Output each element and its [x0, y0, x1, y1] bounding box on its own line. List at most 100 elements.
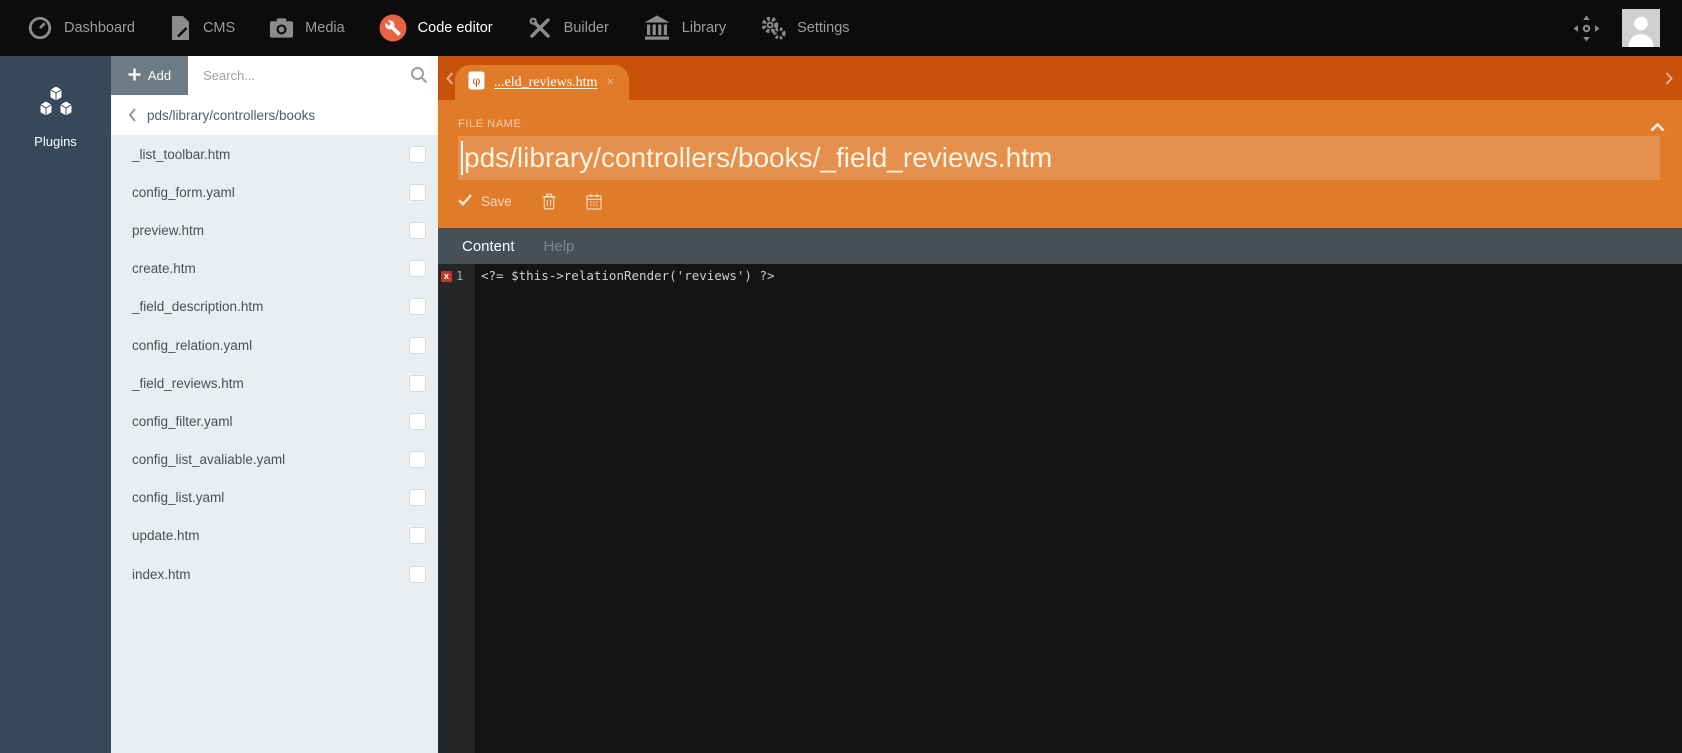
nav-item-settings[interactable]: Settings [743, 0, 866, 56]
file-checkbox[interactable] [409, 260, 426, 277]
svg-text:φ: φ [473, 74, 481, 87]
calendar-icon[interactable] [586, 193, 602, 210]
file-checkbox[interactable] [409, 222, 426, 239]
builder-tools-icon [527, 15, 553, 41]
file-name: preview.htm [132, 223, 204, 238]
nav-label: Library [682, 20, 726, 36]
sidebar-item-plugins[interactable]: Plugins [0, 56, 111, 149]
breadcrumb-path: pds/library/controllers/books [147, 108, 315, 123]
file-checkbox[interactable] [409, 451, 426, 468]
file-checkbox[interactable] [409, 337, 426, 354]
file-row[interactable]: config_list_avaliable.yaml [111, 441, 438, 479]
editor-tabstrip: φ ...eld_reviews.htm × [438, 56, 1682, 100]
file-checkbox[interactable] [409, 489, 426, 506]
nav-label: Dashboard [64, 20, 135, 36]
file-name: create.htm [132, 261, 196, 276]
top-nav-bar: Dashboard CMS Media Cod [0, 0, 1682, 56]
file-row[interactable]: preview.htm [111, 211, 438, 249]
file-panel-toolbar: Add [111, 56, 438, 95]
add-file-button[interactable]: Add [111, 56, 188, 95]
search-input[interactable] [188, 56, 438, 95]
editor-tab-field-reviews[interactable]: φ ...eld_reviews.htm × [455, 65, 629, 100]
file-name: _field_reviews.htm [132, 376, 244, 391]
file-row[interactable]: _list_toolbar.htm [111, 135, 438, 173]
code-area[interactable]: x 1 <?= $this->relationRender('reviews')… [438, 264, 1682, 753]
nav-label: Code editor [418, 20, 493, 36]
nav-label: Builder [564, 20, 609, 36]
settings-gears-icon [760, 15, 786, 41]
user-avatar[interactable] [1622, 9, 1660, 47]
save-button-label: Save [481, 194, 512, 209]
file-name: config_list.yaml [132, 490, 224, 505]
file-checkbox[interactable] [409, 298, 426, 315]
collapse-header-chevron-up-icon[interactable] [1650, 119, 1665, 137]
nav-item-builder[interactable]: Builder [510, 0, 626, 56]
nav-item-code-editor[interactable]: Code editor [362, 0, 510, 56]
left-sidebar: Plugins [0, 56, 111, 753]
file-row[interactable]: index.htm [111, 555, 438, 593]
topbar-right [1573, 9, 1682, 47]
file-checkbox[interactable] [409, 184, 426, 201]
plus-icon [128, 68, 141, 84]
file-name: index.htm [132, 567, 191, 582]
editor-section-tabs: Content Help [438, 228, 1682, 264]
file-checkbox[interactable] [409, 146, 426, 163]
add-button-label: Add [148, 68, 171, 83]
php-file-icon: φ [468, 71, 485, 95]
plugins-cubes-icon [35, 86, 77, 123]
file-name: _list_toolbar.htm [132, 147, 230, 162]
file-row[interactable]: _field_reviews.htm [111, 364, 438, 402]
tab-title: ...eld_reviews.htm [494, 75, 597, 91]
check-icon [458, 194, 472, 209]
breadcrumb-back-chevron-icon[interactable] [128, 108, 137, 122]
file-name-field-wrap [458, 136, 1660, 180]
nav-item-library[interactable]: Library [626, 0, 743, 56]
file-name: config_filter.yaml [132, 414, 233, 429]
search-box [188, 56, 438, 95]
editor-header: FILE NAME Save [438, 100, 1682, 228]
file-name-input[interactable] [458, 136, 1660, 180]
move-crosshair-icon[interactable] [1573, 15, 1600, 42]
tab-content[interactable]: Content [462, 238, 515, 255]
file-name-label: FILE NAME [458, 100, 1682, 130]
file-row[interactable]: _field_description.htm [111, 288, 438, 326]
file-name: update.htm [132, 528, 200, 543]
file-row[interactable]: config_filter.yaml [111, 402, 438, 440]
tab-scroll-left-icon[interactable] [446, 72, 454, 90]
editor-gutter: x 1 [438, 264, 475, 753]
code-editor-wrench-icon [379, 14, 407, 42]
sidebar-item-label: Plugins [34, 134, 77, 149]
file-row[interactable]: update.htm [111, 517, 438, 555]
file-list: _list_toolbar.htm config_form.yaml previ… [111, 135, 438, 753]
media-camera-icon [269, 16, 294, 40]
save-button[interactable]: Save [458, 194, 512, 209]
editor-header-actions: Save [458, 193, 1682, 210]
code-editor-pane: φ ...eld_reviews.htm × FILE NAME [438, 56, 1682, 753]
nav-item-dashboard[interactable]: Dashboard [10, 0, 152, 56]
file-name: config_form.yaml [132, 185, 235, 200]
breadcrumb: pds/library/controllers/books [111, 95, 438, 135]
nav-item-media[interactable]: Media [252, 0, 362, 56]
tab-close-icon[interactable]: × [606, 75, 614, 91]
file-checkbox[interactable] [409, 527, 426, 544]
library-bank-icon [643, 15, 671, 41]
file-checkbox[interactable] [409, 413, 426, 430]
file-row[interactable]: create.htm [111, 250, 438, 288]
code-line-1[interactable]: <?= $this->relationRender('reviews') ?> [481, 268, 1682, 284]
code-content[interactable]: <?= $this->relationRender('reviews') ?> [475, 264, 1682, 753]
nav-label: CMS [203, 20, 235, 36]
file-row[interactable]: config_form.yaml [111, 173, 438, 211]
gutter-row: x 1 [438, 268, 475, 284]
delete-trash-icon[interactable] [542, 193, 556, 210]
search-icon [410, 66, 428, 89]
nav-item-cms[interactable]: CMS [152, 0, 252, 56]
nav-label: Media [305, 20, 345, 36]
tab-help[interactable]: Help [544, 238, 575, 255]
tab-scroll-right-icon[interactable] [1665, 72, 1673, 90]
file-row[interactable]: config_relation.yaml [111, 326, 438, 364]
main-area: Plugins Add [0, 56, 1682, 753]
file-checkbox[interactable] [409, 375, 426, 392]
file-checkbox[interactable] [409, 566, 426, 583]
file-row[interactable]: config_list.yaml [111, 479, 438, 517]
line-number: 1 [456, 269, 463, 283]
